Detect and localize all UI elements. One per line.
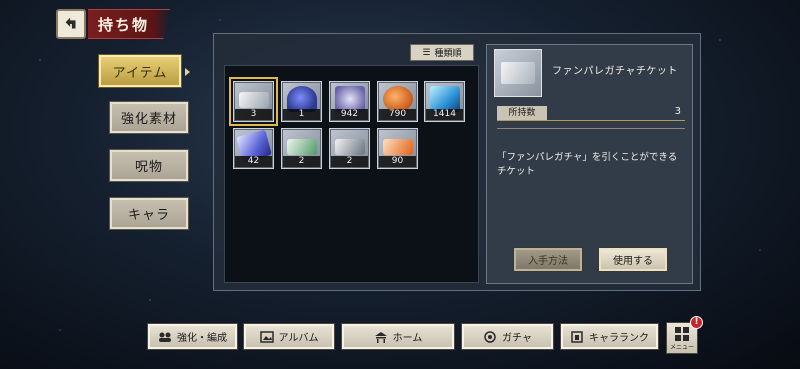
- item-slot-ticket[interactable]: 3: [229, 77, 278, 126]
- item-slot-dice[interactable]: 942: [329, 81, 370, 122]
- nav-label: キャラランク: [589, 333, 649, 344]
- item-count: 42: [235, 156, 272, 167]
- silver-ticket-icon: [335, 139, 365, 155]
- item-count: 942: [331, 109, 368, 120]
- item-slot-leaves[interactable]: 790: [377, 81, 418, 122]
- description-text: 「ファンパレガチャ」を引くことができるチケット: [497, 152, 678, 177]
- owned-count-label: 所持数: [497, 106, 547, 120]
- orange-ticket-icon: [383, 139, 413, 155]
- item-count: 2: [283, 156, 320, 167]
- album-icon: [259, 330, 274, 343]
- menu-label: メニュー: [669, 344, 694, 351]
- team-icon: [159, 332, 171, 342]
- tab-enhance-materials[interactable]: 強化素材: [109, 101, 189, 134]
- sort-button[interactable]: ☰ 種類順: [410, 44, 474, 61]
- item-count: 3: [235, 109, 272, 120]
- ticket-icon: [501, 62, 535, 84]
- tab-items[interactable]: アイテム: [98, 54, 182, 88]
- page-title: 持ち物: [88, 9, 170, 39]
- item-slot-gem[interactable]: 42: [233, 128, 274, 169]
- active-tab-arrow-icon: [185, 68, 190, 76]
- home-icon: [374, 331, 387, 343]
- item-count: 1414: [426, 109, 463, 120]
- use-button[interactable]: 使用する: [598, 247, 668, 272]
- sort-icon: ☰: [422, 47, 431, 58]
- detail-item-name: ファンパレガチャチケット: [552, 66, 678, 77]
- nav-label: ガチャ: [502, 333, 532, 344]
- item-slot-charm[interactable]: 1: [281, 81, 322, 122]
- back-button[interactable]: [56, 9, 86, 39]
- item-slot-crystal[interactable]: 1414: [424, 81, 465, 122]
- ticket-icon: [239, 92, 269, 108]
- back-arrow-icon: [65, 17, 76, 29]
- nav-label: 強化・編成: [177, 333, 227, 344]
- nav-gacha[interactable]: ガチャ: [461, 323, 554, 350]
- alert-badge: !: [690, 316, 703, 329]
- tab-cursed-objects[interactable]: 呪物: [109, 149, 189, 182]
- nav-label: ホーム: [392, 333, 423, 344]
- menu-grid-icon: [675, 327, 689, 341]
- item-slot-orange-ticket[interactable]: 90: [377, 128, 418, 169]
- nav-enhance-formation[interactable]: 強化・編成: [147, 323, 238, 350]
- item-slot-silver-ticket[interactable]: 2: [329, 128, 370, 169]
- detail-thumbnail: [494, 49, 542, 97]
- sort-label: 種類順: [434, 49, 462, 59]
- item-count: 790: [379, 109, 416, 120]
- item-count: 2: [331, 156, 368, 167]
- item-count: 1: [283, 109, 320, 120]
- nav-label: アルバム: [278, 333, 319, 344]
- owned-count-row: 所持数 3: [497, 105, 685, 121]
- owned-count-value: 3: [674, 106, 681, 117]
- green-ticket-icon: [287, 139, 317, 155]
- item-slot-green-ticket[interactable]: 2: [281, 128, 322, 169]
- nav-album[interactable]: アルバム: [243, 323, 335, 350]
- tab-characters[interactable]: キャラ: [109, 197, 189, 230]
- nav-character-rank[interactable]: キャラランク: [560, 323, 659, 350]
- item-description: 「ファンパレガチャ」を引くことができるチケット: [497, 128, 685, 179]
- rank-icon: [571, 330, 583, 343]
- item-count: 90: [379, 156, 416, 167]
- gacha-icon: [484, 330, 496, 343]
- nav-home[interactable]: ホーム: [341, 323, 455, 350]
- how-to-get-button[interactable]: 入手方法: [513, 247, 583, 272]
